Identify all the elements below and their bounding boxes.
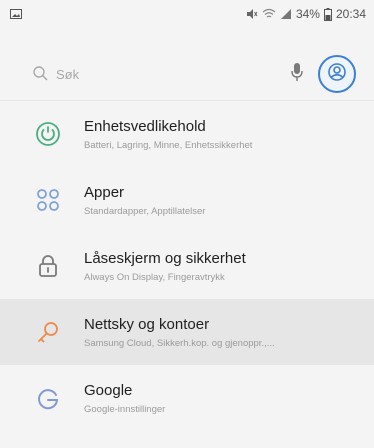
image-icon (10, 9, 22, 19)
settings-item-enhetsvedlikehold[interactable]: Enhetsvedlikehold Batteri, Lagring, Minn… (0, 101, 374, 167)
mic-button[interactable] (286, 62, 308, 87)
settings-item-subtitle: Samsung Cloud, Sikkerh.kop. og gjenoppr.… (84, 338, 275, 349)
mic-icon (290, 62, 304, 87)
search-row: Søk (6, 52, 368, 96)
apps-icon (35, 187, 61, 213)
settings-item-text: Enhetsvedlikehold Batteri, Lagring, Minn… (84, 118, 364, 153)
settings-item-title: Apper (84, 184, 125, 201)
status-bar: 34% 20:34 (0, 0, 374, 28)
settings-item-subtitle: Batteri, Lagring, Minne, Enhetssikkerhet (84, 140, 253, 151)
mute-icon (246, 8, 258, 20)
status-time: 20:34 (335, 7, 366, 21)
settings-item-title: Enhetsvedlikehold (84, 118, 206, 135)
settings-item-subtitle: Always On Display, Fingeravtrykk (84, 272, 225, 283)
key-icon (35, 319, 61, 345)
settings-item-title: Nettsky og kontoer (84, 316, 210, 333)
battery-percent: 34% (295, 7, 320, 21)
lock-icon (35, 253, 61, 279)
settings-item-text: Apper Standardapper, Apptillatelser (84, 184, 364, 219)
account-icon (327, 62, 347, 87)
settings-item-laseskjerm[interactable]: Låseskjerm og sikkerhet Always On Displa… (0, 233, 374, 299)
settings-item-title: Google (84, 382, 133, 399)
settings-item-title: Låseskjerm og sikkerhet (84, 250, 246, 267)
device-maintenance-icon (35, 121, 61, 147)
signal-icon (280, 8, 292, 20)
settings-item-text: Låseskjerm og sikkerhet Always On Displa… (84, 250, 364, 285)
settings-item-subtitle: Google-innstillinger (84, 404, 166, 415)
settings-item-text: Nettsky og kontoer Samsung Cloud, Sikker… (84, 316, 364, 351)
status-right: 34% 20:34 (246, 7, 366, 21)
wifi-icon (262, 8, 276, 20)
battery-icon (323, 7, 332, 21)
search-input[interactable]: Søk (18, 52, 318, 96)
settings-item-nettsky[interactable]: Nettsky og kontoer Samsung Cloud, Sikker… (0, 299, 374, 365)
settings-item-google[interactable]: Google Google-innstillinger (0, 365, 374, 431)
google-icon (35, 385, 61, 411)
search-icon (32, 65, 50, 83)
settings-item-apper[interactable]: Apper Standardapper, Apptillatelser (0, 167, 374, 233)
search-placeholder: Søk (56, 66, 80, 82)
status-left (10, 9, 22, 19)
settings-item-subtitle: Standardapper, Apptillatelser (84, 206, 206, 217)
settings-item-text: Google Google-innstillinger (84, 382, 364, 417)
account-button[interactable] (318, 55, 356, 93)
